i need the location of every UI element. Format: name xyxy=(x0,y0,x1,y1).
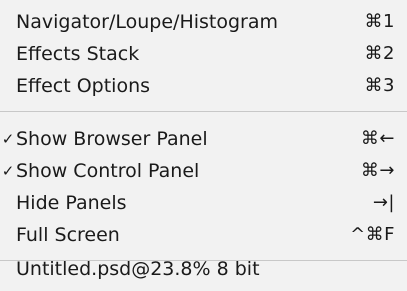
menu-item-navigator-loupe-histogram[interactable]: Navigator/Loupe/Histogram ⌘1 xyxy=(0,6,407,38)
context-menu: Navigator/Loupe/Histogram ⌘1 Effects Sta… xyxy=(0,0,407,291)
menu-separator xyxy=(0,111,407,112)
menu-item-label: Effects Stack xyxy=(16,43,140,65)
menu-item-shortcut: ⌘← xyxy=(360,128,395,149)
menu-item-label: Effect Options xyxy=(16,75,151,97)
menu-item-shortcut: ⌘→ xyxy=(360,160,395,181)
menu-item-shortcut: ^⌘F xyxy=(350,224,395,245)
menu-item-shortcut: ⌘2 xyxy=(364,43,395,64)
menu-item-label: Show Browser Panel xyxy=(16,128,208,150)
menu-item-label: Hide Panels xyxy=(16,192,127,214)
menu-item-show-control-panel[interactable]: ✓ Show Control Panel ⌘→ xyxy=(0,155,407,187)
checkmark-icon: ✓ xyxy=(1,162,15,180)
menu-item-label: Full Screen xyxy=(16,224,120,246)
menu-item-shortcut: →| xyxy=(372,192,395,213)
menu-item-shortcut: ⌘1 xyxy=(364,11,395,32)
menu-item-hide-panels[interactable]: Hide Panels →| xyxy=(0,187,407,219)
menu-item-label: Show Control Panel xyxy=(16,160,200,182)
menu-item-show-browser-panel[interactable]: ✓ Show Browser Panel ⌘← xyxy=(0,123,407,155)
checkmark-icon: ✓ xyxy=(1,130,15,148)
menu-item-effects-stack[interactable]: Effects Stack ⌘2 xyxy=(0,38,407,70)
document-status-text: Untitled.psd@23.8% 8 bit xyxy=(16,258,260,280)
menu-item-shortcut: ⌘3 xyxy=(364,75,395,96)
menu-item-label: Navigator/Loupe/Histogram xyxy=(16,11,279,33)
menu-item-effect-options[interactable]: Effect Options ⌘3 xyxy=(0,70,407,102)
menu-item-full-screen[interactable]: Full Screen ^⌘F xyxy=(0,219,407,251)
